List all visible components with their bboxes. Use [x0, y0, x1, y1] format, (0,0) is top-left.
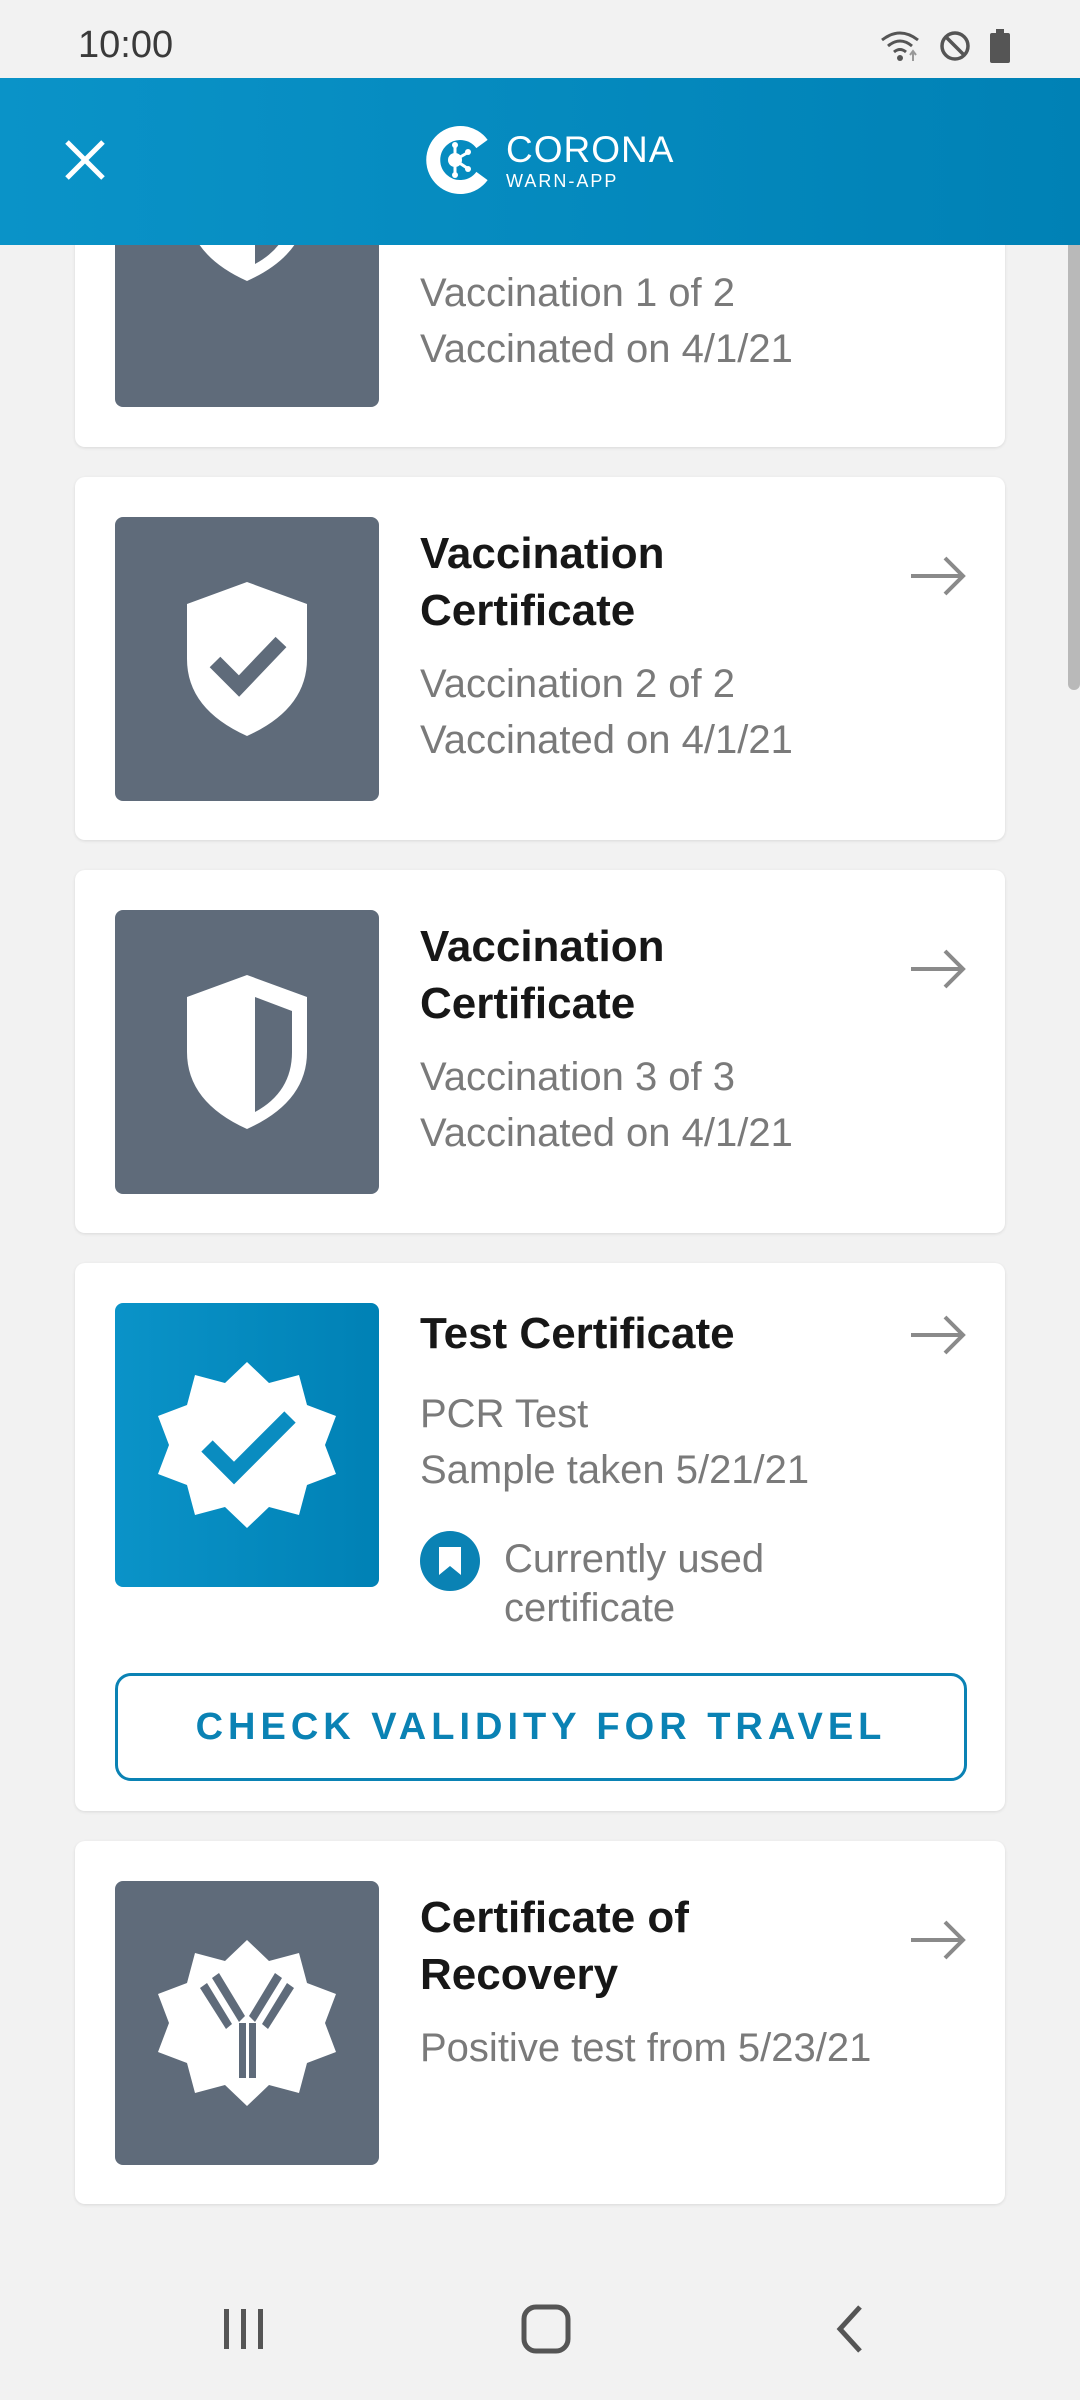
certificate-thumbnail	[115, 910, 379, 1194]
badge-check-icon	[158, 1362, 336, 1528]
certificate-line: Vaccinated on 4/1/21	[420, 327, 793, 371]
close-button[interactable]	[50, 125, 120, 195]
certificate-title: Test Certificate	[420, 1309, 735, 1358]
certificate-thumbnail	[115, 1303, 379, 1587]
arrow-right-icon	[911, 949, 966, 989]
navigation-bar	[0, 2254, 1080, 2400]
corona-logo-icon	[426, 126, 488, 194]
do-not-disturb-icon	[940, 31, 970, 61]
arrow-right-icon	[911, 1920, 966, 1960]
current-certificate-badge: Currently used certificate	[420, 1531, 864, 1633]
certificate-line: Sample taken 5/21/21	[420, 1448, 810, 1492]
scrollbar-thumb[interactable]	[1068, 240, 1080, 690]
certificate-line: Vaccination 2 of 2	[420, 662, 736, 706]
certificate-thumbnail	[115, 517, 379, 801]
certificate-line: PCR Test	[420, 1392, 589, 1436]
certificate-card[interactable]: Test Certificate PCR Test Sample taken 5…	[75, 1263, 1005, 1811]
certificate-line: Vaccination 1 of 2	[420, 271, 736, 315]
certificate-card[interactable]: Certificate of Recovery Positive test fr…	[75, 1841, 1005, 2204]
arrow-right-icon	[911, 1315, 966, 1355]
certificate-title: Vaccination Certificate	[420, 922, 665, 1028]
app-logo: CORONA WARN-APP	[424, 120, 674, 200]
logo-text-line1: CORONA	[506, 128, 675, 170]
bookmark-icon	[420, 1531, 480, 1591]
antibody-icon	[158, 1940, 336, 2106]
status-icons	[880, 28, 1010, 64]
back-icon	[836, 2305, 862, 2353]
battery-icon	[990, 29, 1010, 63]
certificate-card[interactable]: Vaccination Certificate Vaccination 3 of…	[75, 870, 1005, 1233]
certificate-line: Vaccination 3 of 3	[420, 1055, 736, 1099]
back-button[interactable]	[800, 2284, 900, 2374]
home-icon	[521, 2304, 571, 2354]
certificate-title: Certificate of Recovery	[420, 1893, 689, 1999]
check-validity-button[interactable]: CHECK VALIDITY FOR TRAVEL	[115, 1673, 967, 1781]
recents-button[interactable]	[194, 2284, 294, 2374]
home-button[interactable]	[496, 2284, 596, 2374]
shield-half-icon	[187, 975, 307, 1129]
certificate-card[interactable]: Vaccination Certificate Vaccination 2 of…	[75, 477, 1005, 840]
certificate-line: Vaccinated on 4/1/21	[420, 1111, 793, 1155]
certificate-line: Positive test from 5/23/21	[420, 2026, 872, 2070]
certificate-line: Vaccinated on 4/1/21	[420, 718, 793, 762]
current-certificate-label: Currently used certificate	[504, 1537, 765, 1630]
logo-text-line2: WARN-APP	[506, 170, 619, 191]
arrow-right-icon	[911, 556, 966, 596]
app-bar: CORONA WARN-APP	[0, 78, 1080, 245]
certificate-thumbnail	[115, 1881, 379, 2165]
recents-icon	[224, 2309, 263, 2349]
wifi-icon	[881, 31, 919, 61]
shield-check-icon	[187, 582, 307, 736]
certificate-title: Vaccination Certificate	[420, 529, 665, 635]
status-time: 10:00	[78, 24, 174, 66]
status-bar: 10:00	[0, 0, 1080, 78]
close-icon	[65, 140, 105, 180]
